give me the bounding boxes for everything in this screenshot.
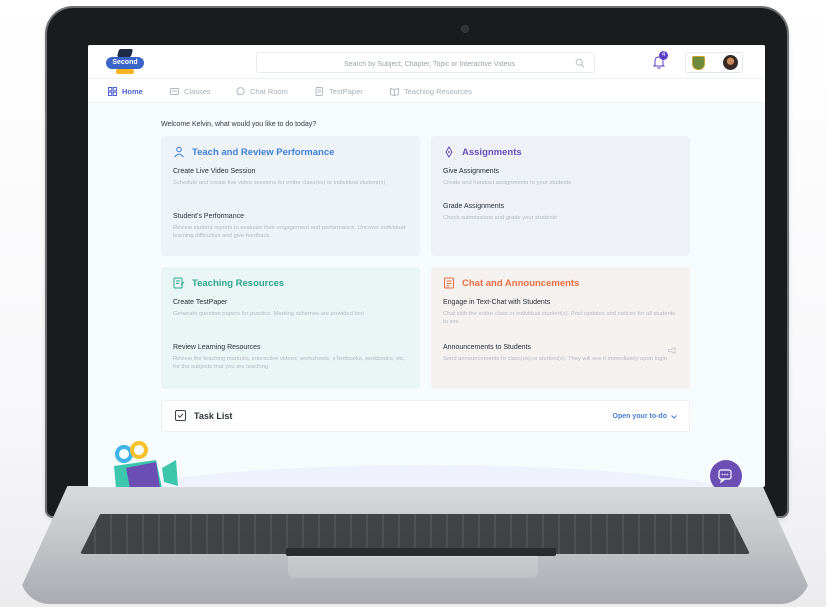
graduation-cap-icon [116, 49, 134, 57]
laptop-screen: Second 4 Home [88, 45, 765, 487]
chat-announcements-card: Chat and Announcements Engage in Text-Ch… [431, 267, 690, 389]
review-learning-resources-link[interactable]: Review Learning Resources Review the tea… [173, 344, 409, 371]
teaching-resources-card: Teaching Resources Create TestPaper Gene… [161, 267, 420, 389]
create-testpaper-link[interactable]: Create TestPaper Generate question paper… [173, 299, 409, 318]
item-description: Create and handout assignments to your s… [443, 180, 572, 186]
task-list-heading: Task List [175, 410, 232, 421]
item-description: Chat with the entire class or individual… [443, 311, 676, 325]
grade-assignments-link[interactable]: Grade Assignments Check submissions and … [443, 203, 679, 222]
item-title: Give Assignments [443, 168, 500, 175]
grid-icon [108, 86, 117, 96]
classes-icon [170, 87, 179, 95]
give-assignments-link[interactable]: Give Assignments Create and handout assi… [443, 168, 679, 187]
tab-label: Classes [184, 86, 211, 96]
card-header: Assignments [443, 146, 522, 158]
chat-bubble-icon [236, 86, 245, 95]
card-header: Chat and Announcements [443, 277, 579, 289]
pen-nib-icon [445, 146, 453, 158]
create-live-video-link[interactable]: Create Live Video Session Schedule and c… [173, 168, 409, 187]
welcome-message: Welcome Kelvin, what would you like to d… [161, 121, 317, 128]
notifications-button[interactable]: 4 [652, 51, 668, 70]
avatar[interactable] [723, 55, 738, 70]
profile-menu[interactable] [685, 52, 743, 73]
laptop-trackpad [288, 556, 538, 578]
background-wave [88, 465, 765, 487]
chevron-down-icon [671, 414, 677, 419]
main-nav: Home Classes Chat Room TestPaper Teachin… [88, 79, 765, 103]
chat-bubble-icon [718, 469, 732, 483]
assignments-card: Assignments Give Assignments Create and … [431, 136, 690, 256]
open-todo-label: Open your to-do [612, 413, 667, 420]
chat-support-button[interactable] [710, 460, 742, 487]
item-title: Review Learning Resources [173, 344, 261, 351]
app-header: Second 4 [88, 45, 765, 79]
notification-badge: 4 [659, 51, 668, 60]
card-title: Chat and Announcements [462, 277, 580, 289]
task-list-bar[interactable]: Task List Open your to-do [161, 400, 690, 432]
megaphone-icon [668, 347, 676, 354]
teach-review-card: Teach and Review Performance Create Live… [161, 136, 420, 256]
card-title: Assignments [462, 146, 522, 158]
teacher-icon [174, 146, 184, 158]
item-description: Review the teaching manuals, interactive… [173, 356, 406, 370]
checkbox-icon [175, 410, 186, 421]
student-performance-link[interactable]: Student's Performance Review student rep… [173, 213, 409, 240]
tab-classes[interactable]: Classes [170, 79, 211, 103]
item-title: Create Live Video Session [173, 168, 256, 175]
task-list-label: Task List [194, 410, 233, 421]
item-description: Send announcements to class(es) or stude… [443, 356, 667, 362]
text-chat-link[interactable]: Engage in Text-Chat with Students Chat w… [443, 299, 679, 326]
search-input[interactable] [257, 55, 594, 74]
tab-label: Teaching Resources [404, 86, 472, 96]
search-bar[interactable] [256, 52, 595, 74]
item-description: Review student reports to evaluate their… [173, 225, 406, 239]
paper-icon [315, 86, 323, 96]
open-todo-button[interactable]: Open your to-do [613, 413, 677, 420]
tab-teaching-resources[interactable]: Teaching Resources [390, 79, 472, 103]
item-title: Create TestPaper [173, 299, 228, 306]
tab-chat-room[interactable]: Chat Room [236, 79, 288, 103]
logo-wordmark: Second [106, 57, 144, 69]
edit-document-icon [173, 277, 185, 289]
item-title: Announcements to Students [443, 344, 531, 351]
notepad-icon [444, 277, 454, 289]
tab-home[interactable]: Home [108, 79, 143, 103]
school-crest-icon [692, 56, 705, 70]
logo-ribbon [116, 69, 134, 74]
item-description: Schedule and create live video sessions … [173, 180, 386, 186]
tab-label: Chat Room [250, 86, 288, 96]
app-logo[interactable]: Second [106, 49, 144, 75]
tab-label: Home [122, 86, 143, 96]
card-header: Teach and Review Performance [173, 146, 334, 158]
item-title: Grade Assignments [443, 203, 505, 210]
item-title: Engage in Text-Chat with Students [443, 299, 551, 306]
laptop-spacebar [286, 548, 556, 556]
book-icon [390, 87, 399, 96]
item-description: Check submissions and grade your student… [443, 215, 558, 221]
webcam [462, 26, 468, 32]
tab-testpaper[interactable]: TestPaper [315, 79, 363, 103]
search-icon[interactable] [575, 58, 585, 68]
item-description: Generate question papers for practice. M… [173, 311, 365, 317]
video-camera-mascot-icon [114, 441, 178, 487]
card-header: Teaching Resources [173, 277, 284, 289]
item-title: Student's Performance [173, 213, 244, 220]
tab-label: TestPaper [329, 86, 363, 96]
card-title: Teach and Review Performance [192, 146, 335, 158]
card-title: Teaching Resources [192, 277, 285, 289]
announcements-link[interactable]: Announcements to Students Send announcem… [443, 344, 679, 363]
